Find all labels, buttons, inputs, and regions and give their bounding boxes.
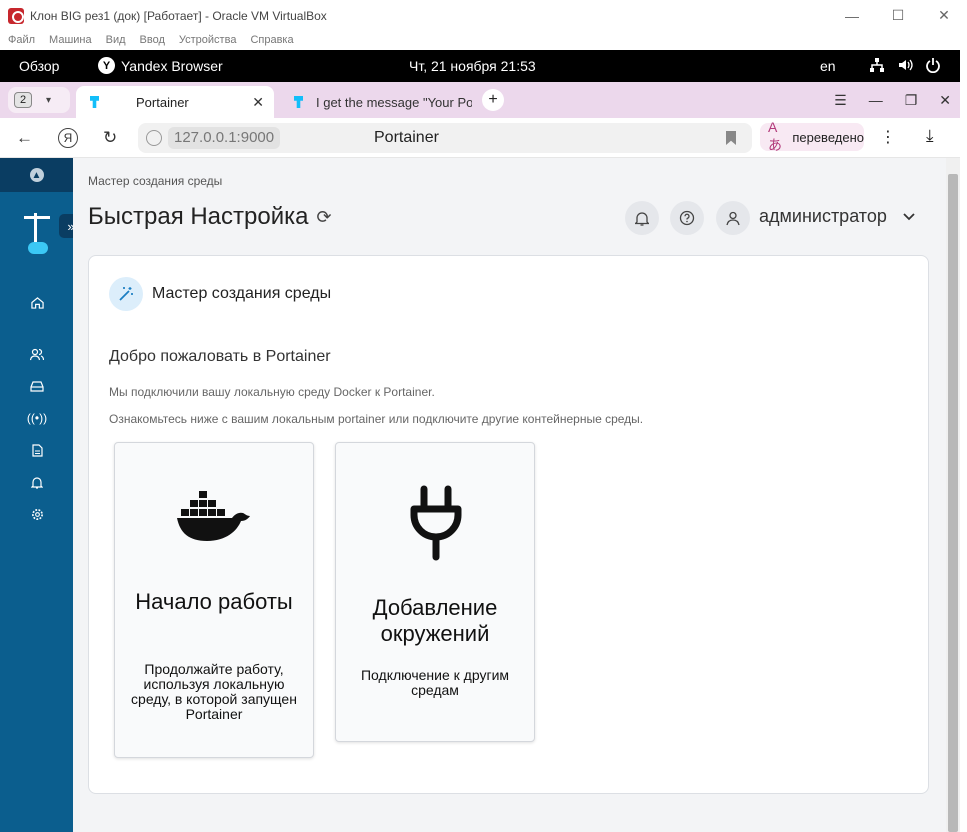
upgrade-icon[interactable]: ▲: [29, 168, 44, 182]
portainer-favicon-icon: [88, 95, 102, 109]
menu-help[interactable]: Справка: [250, 31, 293, 50]
get-started-desc: Продолжайте работу, используя локальную …: [131, 661, 297, 722]
portainer-favicon-icon: [292, 95, 306, 109]
translate-label: переведено: [792, 129, 864, 145]
edge-compute-icon[interactable]: ((•)): [27, 409, 47, 427]
activities-button[interactable]: Обзор: [19, 58, 59, 74]
keyboard-layout[interactable]: en: [820, 58, 836, 74]
clock[interactable]: Чт, 21 ноября 21:53: [409, 58, 536, 74]
menu-view[interactable]: Вид: [106, 31, 126, 50]
app-menu[interactable]: Y Yandex Browser: [98, 57, 223, 74]
minimize-icon[interactable]: —: [869, 92, 883, 108]
portainer-sidebar: ▲ ((•)): [0, 158, 73, 832]
docker-whale-icon: [177, 491, 250, 541]
user-menu[interactable]: администратор: [759, 206, 915, 227]
page-scrollbar[interactable]: [946, 158, 960, 832]
chevron-down-icon: [903, 210, 915, 224]
get-started-tile[interactable]: Начало работы Продолжайте работу, исполь…: [114, 442, 314, 758]
gnome-topbar: Обзор Y Yandex Browser Чт, 21 ноября 21:…: [0, 50, 960, 82]
wizard-title: Мастер создания среды: [152, 285, 332, 302]
page-title-in-url: Portainer: [374, 129, 439, 146]
add-environments-desc: Подключение к другим средам: [360, 667, 510, 698]
home-icon[interactable]: [28, 293, 46, 311]
vbox-menubar: Файл Машина Вид Ввод Устройства Справка: [0, 31, 967, 50]
yandex-browser-icon: Y: [98, 57, 115, 74]
chevron-down-icon: ▾: [46, 94, 52, 106]
yandex-icon[interactable]: Я: [58, 128, 78, 148]
translate-button[interactable]: Aあ переведено: [760, 119, 864, 153]
close-icon[interactable]: ✕: [939, 92, 951, 109]
users-icon[interactable]: [28, 345, 46, 363]
power-icon[interactable]: [924, 56, 942, 74]
notifications-bell-button[interactable]: [625, 201, 659, 235]
welcome-heading: Добро пожаловать в Portainer: [109, 348, 331, 365]
vbox-window-title: Клон BIG рез1 (док) [Работает] - Oracle …: [30, 8, 327, 23]
intro-text: Мы подключили вашу локальную среду Docke…: [109, 385, 435, 399]
get-started-title: Начало работы: [135, 589, 293, 614]
virtualbox-icon: [8, 7, 24, 24]
tab-count-badge: 2: [14, 92, 32, 108]
menu-input[interactable]: Ввод: [140, 31, 165, 50]
download-icon[interactable]: ⤓: [926, 126, 934, 146]
close-tab-icon[interactable]: ✕: [252, 94, 264, 111]
portainer-logo[interactable]: [24, 213, 50, 256]
sidebar-top: ▲: [0, 158, 73, 192]
close-button[interactable]: ✕: [921, 0, 967, 31]
site-info-icon[interactable]: [146, 130, 162, 146]
tab-strip: 2 ▾ Portainer ✕ I get the message "Your …: [0, 82, 960, 118]
app-name: Yandex Browser: [121, 57, 223, 74]
refresh-icon[interactable]: ⟳: [317, 207, 332, 228]
network-icon[interactable]: [868, 56, 886, 74]
wand-icon: [109, 277, 143, 311]
menu-file[interactable]: Файл: [8, 31, 35, 50]
wizard-card: Мастер создания среды Добро пожаловать в…: [88, 255, 929, 794]
page-title: Быстрая Настройка: [88, 203, 309, 230]
back-icon[interactable]: ←: [16, 128, 33, 148]
tab-label: I get the message "Your Portainer: [316, 94, 472, 110]
tab-label: Portainer: [136, 94, 189, 110]
add-environments-title: Добавление окружений: [372, 595, 498, 646]
tab-counter[interactable]: 2 ▾: [8, 87, 70, 113]
user-avatar-icon[interactable]: [716, 201, 750, 235]
breadcrumb[interactable]: Мастер создания среды: [88, 174, 222, 188]
vbox-frame-edge: [960, 50, 967, 832]
reload-icon[interactable]: ↻: [103, 128, 117, 148]
restore-icon[interactable]: ❐: [905, 92, 918, 109]
new-tab-button[interactable]: +: [482, 89, 504, 111]
scrollbar-thumb[interactable]: [948, 174, 958, 832]
username: администратор: [759, 206, 887, 226]
address-bar: ← Я ↻ 127.0.0.1:9000 Portainer Aあ переве…: [0, 118, 960, 158]
menu-devices[interactable]: Устройства: [179, 31, 237, 50]
more-icon[interactable]: ⋮: [880, 127, 896, 147]
notifications-icon[interactable]: [28, 473, 46, 491]
intro-text-2: Ознакомьтесь ниже с вашим локальным port…: [109, 412, 644, 426]
url-host: 127.0.0.1:9000: [168, 127, 281, 149]
help-button[interactable]: [670, 201, 704, 235]
translate-icon: Aあ: [768, 119, 782, 153]
environments-icon[interactable]: [28, 377, 46, 395]
tab-message[interactable]: I get the message "Your Portainer: [280, 86, 476, 118]
settings-icon[interactable]: [28, 505, 46, 523]
add-environments-tile[interactable]: Добавление окружений Подключение к други…: [335, 442, 535, 742]
vbox-titlebar: Клон BIG рез1 (док) [Работает] - Oracle …: [0, 0, 967, 31]
browser-window-controls: ☰ — ❐ ✕: [834, 82, 951, 118]
volume-icon[interactable]: [896, 56, 914, 74]
tab-portainer[interactable]: Portainer ✕: [76, 86, 274, 118]
maximize-button[interactable]: ☐: [875, 0, 921, 31]
menu-machine[interactable]: Машина: [49, 31, 92, 50]
minimize-button[interactable]: —: [829, 0, 875, 31]
logs-icon[interactable]: [28, 441, 46, 459]
menu-icon[interactable]: ☰: [834, 92, 847, 109]
page-heading: Быстрая Настройка ⟳: [88, 203, 332, 231]
url-field[interactable]: 127.0.0.1:9000 Portainer: [138, 123, 752, 153]
bookmark-icon[interactable]: [726, 131, 736, 145]
main-content: Мастер создания среды Быстрая Настройка …: [73, 158, 946, 832]
plug-icon: [410, 485, 462, 561]
